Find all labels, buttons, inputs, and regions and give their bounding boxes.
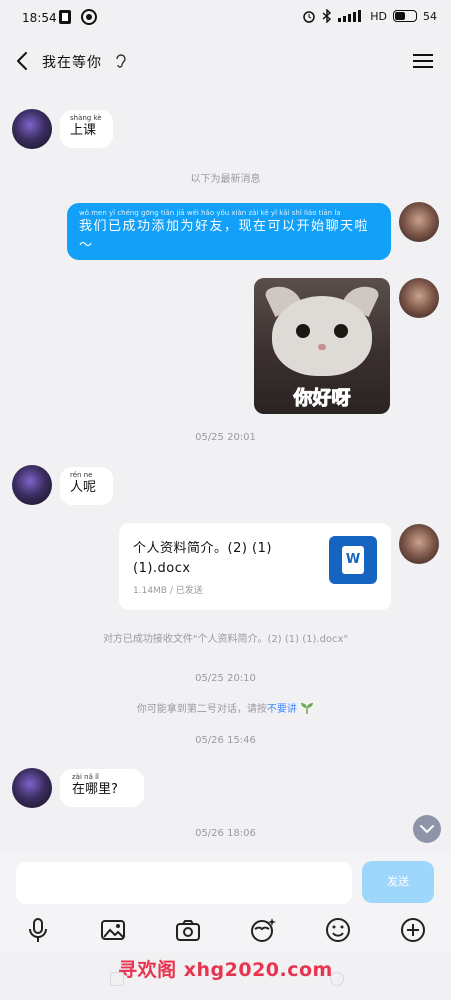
sticker-icon[interactable] (249, 916, 277, 944)
emoji-icon[interactable] (324, 916, 352, 944)
file-meta: 1.14MB / 已发送 (133, 586, 203, 596)
sprout-icon (301, 703, 314, 714)
notice-link[interactable]: 不要讲 (267, 704, 297, 715)
notice-text: 你可能拿到第二号对话，请按 (136, 704, 267, 715)
cat-nose (318, 344, 326, 350)
message-text: 上课 (70, 123, 97, 138)
app-notification-icon (59, 10, 71, 24)
nav-circle-icon[interactable] (330, 972, 344, 986)
message-bubble-1[interactable]: shàng kè 上课 (60, 110, 113, 148)
message-bubble-2[interactable]: wǒ men yǐ chéng gōng tiān jiā wéi hǎo yǒ… (67, 203, 391, 260)
battery-icon (393, 10, 417, 22)
system-notice: 你可能拿到第二号对话，请按不要讲 (0, 700, 451, 715)
network-type: HD (370, 9, 387, 23)
timestamp: 05/26 15:46 (195, 735, 256, 746)
camera-icon[interactable] (174, 916, 202, 944)
avatar[interactable] (399, 524, 439, 564)
word-document-icon: W (329, 536, 377, 584)
chat-title: 我在等你 (42, 55, 102, 71)
cat-eye (296, 324, 310, 338)
timestamp: 05/25 20:01 (195, 432, 256, 443)
message-bubble-3[interactable]: rén ne 人呢 (60, 467, 113, 505)
system-notice: 以下为最新消息 (190, 174, 261, 185)
watermark: 寻欢阁 xhg2020.com (118, 959, 333, 981)
send-button[interactable]: 发送 (362, 861, 434, 903)
status-bar: 18:54 HD 54 (0, 0, 451, 36)
input-area: 发送 (0, 852, 451, 912)
sticker-caption: 你好呀 (293, 387, 351, 410)
input-toolbar (0, 912, 451, 952)
avatar[interactable] (12, 109, 52, 149)
file-message-card[interactable]: 个人资料简介。(2) (1) (1).docx 1.14MB / 已发送 W (119, 523, 391, 610)
plus-icon[interactable] (399, 916, 427, 944)
message-pinyin: shàng kè (70, 114, 102, 122)
message-text: 人呢 (70, 480, 97, 495)
message-pinyin: wǒ men yǐ chéng gōng tiān jiā wéi hǎo yǒ… (79, 209, 341, 217)
menu-icon[interactable] (413, 52, 433, 70)
timestamp: 05/25 20:10 (195, 673, 256, 684)
system-notice: 对方已成功接收文件"个人资料简介。(2) (1) (1).docx" (102, 634, 349, 645)
alarm-icon (303, 11, 315, 23)
avatar[interactable] (399, 278, 439, 318)
message-pinyin: rén ne (70, 471, 93, 479)
timestamp: 05/26 18:06 (195, 828, 256, 839)
status-right: HD 54 (302, 9, 437, 23)
microphone-icon[interactable] (24, 916, 52, 944)
file-name: 个人资料简介。(2) (1) (1).docx (133, 541, 272, 576)
message-text: 我们已成功添加为好友，现在可以开始聊天啦～ (79, 219, 370, 253)
nav-square-icon[interactable] (110, 972, 124, 986)
message-pinyin: zài nǎ lǐ (72, 773, 99, 781)
avatar[interactable] (12, 768, 52, 808)
status-time: 18:54 (22, 11, 57, 25)
image-icon[interactable] (99, 916, 127, 944)
bluetooth-icon (322, 9, 332, 23)
avatar[interactable] (399, 202, 439, 242)
message-bubble-4[interactable]: zài nǎ lǐ 在哪里? (60, 769, 144, 807)
chat-header: 我在等你 (0, 36, 451, 86)
battery-percent: 54 (423, 9, 437, 23)
music-icon (81, 9, 97, 25)
cat-eye (334, 324, 348, 338)
word-letter: W (342, 546, 364, 574)
signal-icon (338, 10, 362, 22)
cat-face (272, 296, 372, 376)
message-text: 在哪里? (72, 782, 118, 797)
sticker-image[interactable]: 你好呀 (254, 278, 390, 414)
back-arrow-icon[interactable] (12, 50, 34, 72)
avatar[interactable] (12, 465, 52, 505)
ear-icon[interactable] (114, 52, 128, 70)
chevron-down-icon (420, 825, 434, 834)
message-input[interactable] (16, 862, 352, 904)
scroll-down-button[interactable] (413, 815, 441, 843)
